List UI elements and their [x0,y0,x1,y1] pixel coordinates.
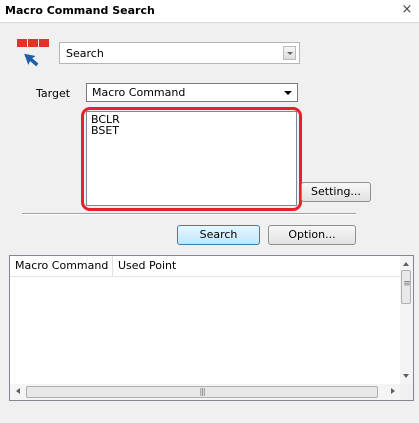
chevron-down-icon[interactable] [283,46,296,60]
setting-button[interactable]: Setting... [301,182,371,202]
scroll-left-icon[interactable] [16,388,20,394]
option-button[interactable]: Option... [268,225,356,245]
target-value: Macro Command [92,86,186,99]
macro-search-icon [16,38,52,72]
search-mode-value: Search [66,47,104,60]
search-button[interactable]: Search [177,225,260,245]
highlight-outline [81,107,302,211]
target-label: Target [36,87,71,100]
column-header-macro-command[interactable]: Macro Command [10,256,113,276]
window-title: Macro Command Search [5,4,155,17]
scroll-down-icon[interactable] [403,374,409,378]
table-header: Macro Command Used Point [10,256,401,277]
search-mode-dropdown[interactable]: Search [59,42,300,64]
close-icon[interactable]: × [399,2,415,18]
scroll-up-icon[interactable] [403,262,409,266]
scroll-thumb[interactable] [26,386,378,398]
vertical-scrollbar[interactable] [400,256,413,384]
column-header-used-point[interactable]: Used Point [113,256,223,276]
horizontal-scrollbar[interactable] [10,384,401,400]
results-table[interactable]: Macro Command Used Point [9,255,414,401]
title-bar: Macro Command Search × [0,0,419,23]
target-dropdown[interactable]: Macro Command [86,83,298,102]
scrollbar-corner [400,384,413,400]
scroll-right-icon[interactable] [391,388,395,394]
separator [22,213,356,215]
chevron-down-icon[interactable] [284,91,292,95]
scroll-thumb[interactable] [401,270,412,304]
